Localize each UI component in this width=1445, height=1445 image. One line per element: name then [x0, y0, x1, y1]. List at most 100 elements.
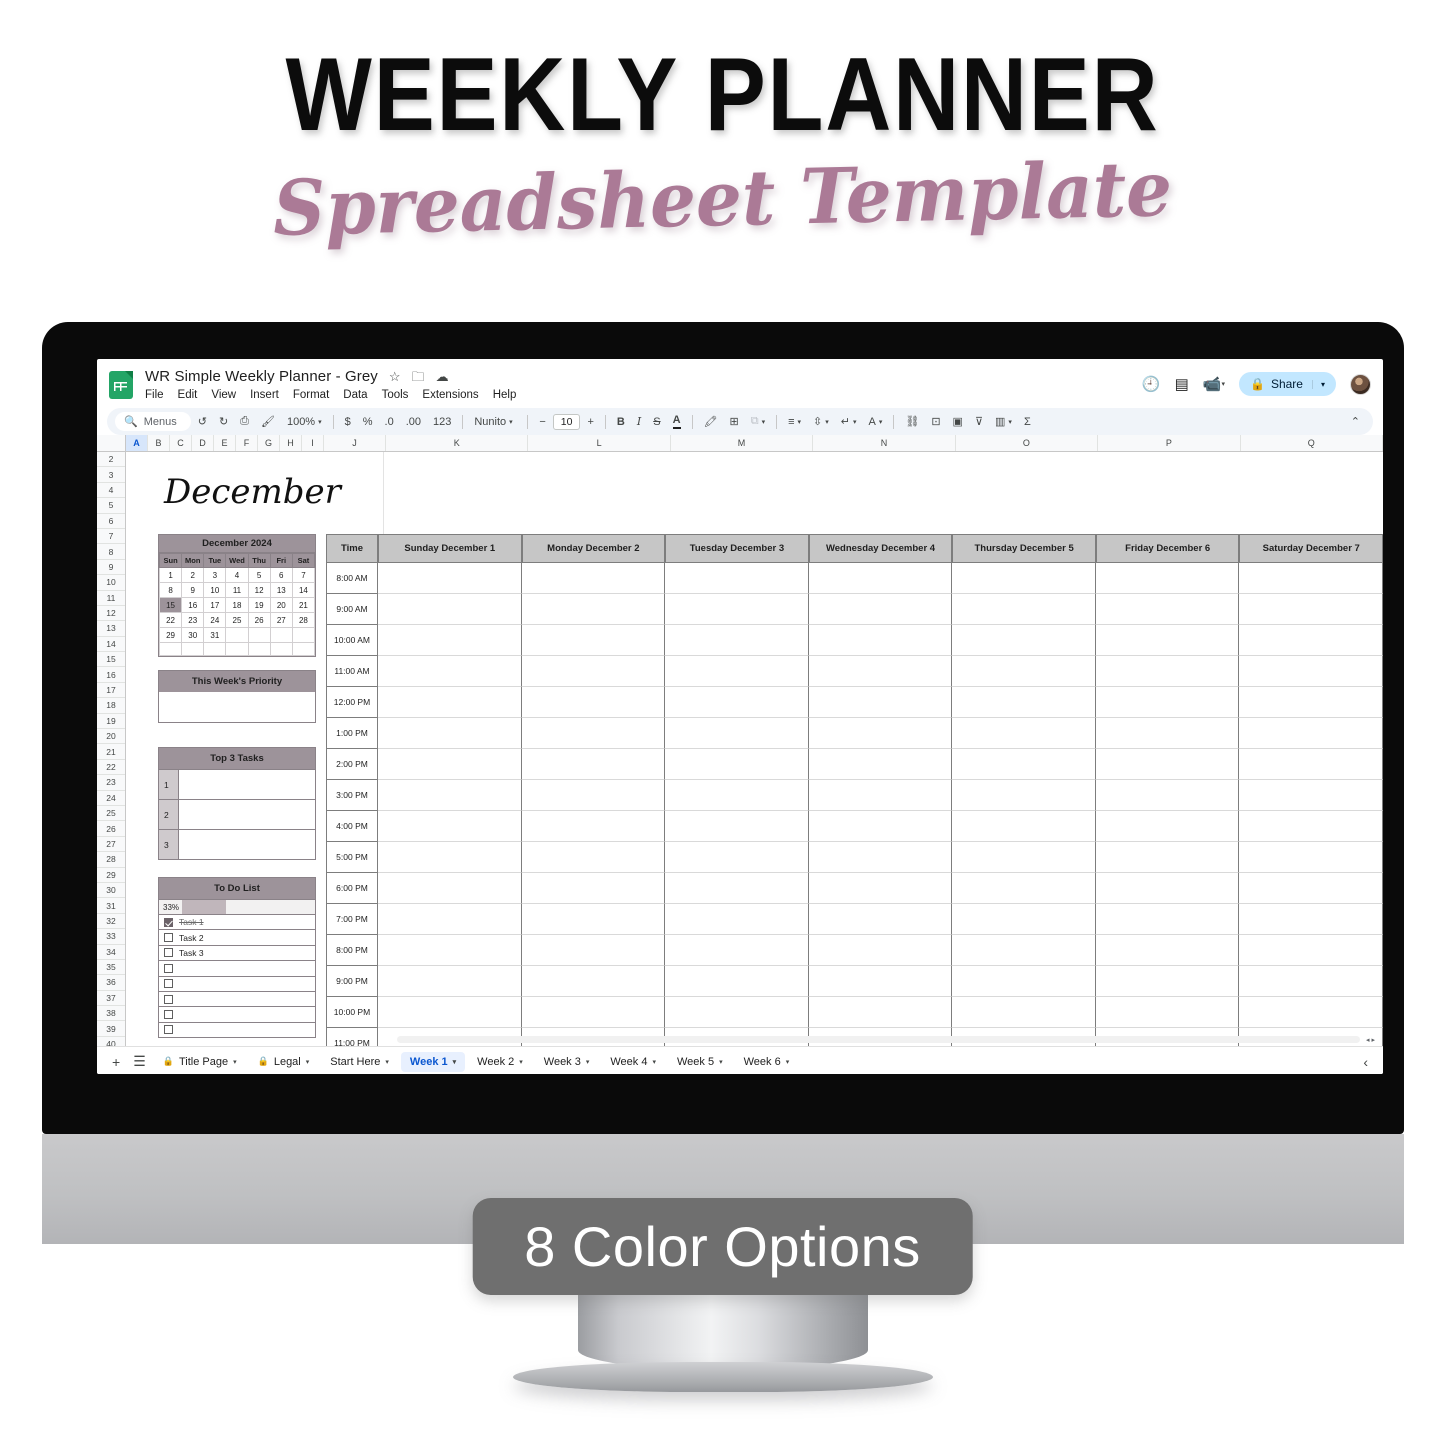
functions-icon[interactable]: ▥ ▾ [990, 415, 1017, 428]
schedule-cell-1-0[interactable] [378, 594, 522, 625]
calendar-day-cell[interactable] [181, 642, 205, 656]
schedule-cell-3-4[interactable] [952, 656, 1096, 687]
chevron-down-icon[interactable]: ▾ [306, 1058, 310, 1066]
schedule-cell-12-1[interactable] [521, 935, 666, 966]
schedule-cell-4-1[interactable] [521, 687, 666, 718]
chevron-down-icon[interactable]: ▾ [652, 1058, 656, 1066]
column-header-f[interactable]: F [236, 435, 258, 451]
row-header-19[interactable]: 19 [97, 714, 125, 730]
row-header-37[interactable]: 37 [97, 991, 125, 1007]
schedule-cell-13-2[interactable] [665, 966, 809, 997]
schedule-cell-8-2[interactable] [665, 811, 809, 842]
top3-input[interactable] [179, 770, 315, 799]
schedule-cell-11-3[interactable] [808, 904, 953, 935]
schedule-cell-3-1[interactable] [521, 656, 666, 687]
all-sheets-icon[interactable]: ☰ [128, 1053, 151, 1070]
star-icon[interactable]: ☆ [389, 370, 401, 383]
schedule-cell-8-5[interactable] [1095, 811, 1240, 842]
schedule-cell-11-2[interactable] [665, 904, 809, 935]
calendar-day-cell[interactable]: 22 [158, 612, 183, 628]
schedule-cell-5-3[interactable] [808, 718, 953, 749]
schedule-cell-11-5[interactable] [1095, 904, 1240, 935]
schedule-cell-7-2[interactable] [665, 780, 809, 811]
undo-icon[interactable]: ↺ [193, 415, 212, 428]
schedule-cell-2-3[interactable] [808, 625, 953, 656]
menu-item-help[interactable]: Help [493, 389, 517, 401]
schedule-cell-11-4[interactable] [952, 904, 1096, 935]
schedule-cell-13-1[interactable] [521, 966, 666, 997]
row-header-40[interactable]: 40 [97, 1037, 125, 1046]
row-header-24[interactable]: 24 [97, 791, 125, 806]
schedule-cell-11-1[interactable] [521, 904, 666, 935]
calendar-day-cell[interactable]: 3 [203, 567, 227, 583]
schedule-cell-2-0[interactable] [378, 625, 522, 656]
row-header-21[interactable]: 21 [97, 744, 125, 760]
schedule-cell-9-4[interactable] [952, 842, 1096, 873]
row-header-27[interactable]: 27 [97, 837, 125, 853]
calendar-day-cell[interactable]: 6 [269, 567, 293, 583]
schedule-cell-10-3[interactable] [808, 873, 953, 904]
column-header-k[interactable]: K [386, 435, 529, 451]
row-header-16[interactable]: 16 [97, 667, 125, 683]
row-header-36[interactable]: 36 [97, 975, 125, 991]
schedule-cell-12-6[interactable] [1239, 935, 1383, 966]
column-header-a[interactable]: A [126, 435, 148, 451]
column-header-b[interactable]: B [148, 435, 170, 451]
insert-link-icon[interactable]: ⛓ [900, 415, 924, 428]
schedule-cell-9-6[interactable] [1239, 842, 1383, 873]
schedule-cell-14-1[interactable] [521, 997, 666, 1028]
calendar-day-cell[interactable]: 23 [181, 612, 205, 628]
schedule-cell-3-5[interactable] [1095, 656, 1240, 687]
row-header-30[interactable]: 30 [97, 883, 125, 899]
schedule-cell-6-4[interactable] [952, 749, 1096, 780]
column-header-h[interactable]: H [280, 435, 302, 451]
schedule-cell-7-3[interactable] [808, 780, 953, 811]
percent-icon[interactable]: % [358, 416, 378, 428]
menu-item-file[interactable]: File [145, 389, 164, 401]
schedule-cell-10-0[interactable] [378, 873, 522, 904]
row-header-35[interactable]: 35 [97, 960, 125, 976]
fill-color-icon[interactable]: 🖍 [699, 415, 723, 428]
row-header-26[interactable]: 26 [97, 821, 125, 837]
schedule-cell-3-3[interactable] [808, 656, 953, 687]
row-header-4[interactable]: 4 [97, 483, 125, 499]
calendar-day-cell[interactable] [247, 627, 271, 643]
schedule-cell-2-2[interactable] [665, 625, 809, 656]
row-header-29[interactable]: 29 [97, 868, 125, 883]
row-header-14[interactable]: 14 [97, 637, 125, 653]
calendar-day-cell[interactable]: 25 [225, 612, 249, 628]
calendar-day-cell[interactable]: 12 [247, 582, 271, 598]
row-header-2[interactable]: 2 [97, 452, 125, 468]
schedule-cell-13-3[interactable] [808, 966, 953, 997]
row-header-34[interactable]: 34 [97, 945, 125, 960]
column-header-n[interactable]: N [813, 435, 956, 451]
schedule-cell-13-6[interactable] [1239, 966, 1383, 997]
row-header-33[interactable]: 33 [97, 929, 125, 945]
decrease-decimal-icon[interactable]: .0 [380, 416, 399, 428]
schedule-cell-12-2[interactable] [665, 935, 809, 966]
schedule-cell-14-2[interactable] [665, 997, 809, 1028]
schedule-cell-14-6[interactable] [1239, 997, 1383, 1028]
chevron-left-icon[interactable]: ‹ [1358, 1054, 1373, 1070]
horizontal-scrollbar[interactable]: ◂ ▸ [397, 1035, 1375, 1044]
todo-label[interactable]: Task 2 [179, 933, 204, 943]
calendar-day-cell[interactable]: 21 [291, 597, 316, 613]
schedule-cell-10-1[interactable] [521, 873, 666, 904]
insert-chart-icon[interactable]: ▣ [948, 415, 968, 428]
select-all-corner[interactable] [97, 435, 126, 451]
calendar-day-cell[interactable]: 4 [225, 567, 249, 583]
schedule-cell-6-2[interactable] [665, 749, 809, 780]
todo-checkbox[interactable] [164, 994, 173, 1004]
column-header-j[interactable]: J [324, 435, 386, 451]
more-formats-icon[interactable]: 123 [428, 416, 456, 428]
column-header-g[interactable]: G [258, 435, 280, 451]
schedule-cell-0-2[interactable] [665, 563, 809, 594]
row-header-6[interactable]: 6 [97, 514, 125, 529]
version-history-icon[interactable]: 🕘 [1142, 375, 1161, 393]
schedule-cell-6-1[interactable] [521, 749, 666, 780]
todo-checkbox[interactable] [164, 948, 173, 958]
calendar-day-cell[interactable]: 16 [181, 597, 205, 613]
sheet-tab-week-6[interactable]: Week 6 ▾ [735, 1052, 799, 1072]
column-header-d[interactable]: D [192, 435, 214, 451]
schedule-cell-8-6[interactable] [1239, 811, 1383, 842]
